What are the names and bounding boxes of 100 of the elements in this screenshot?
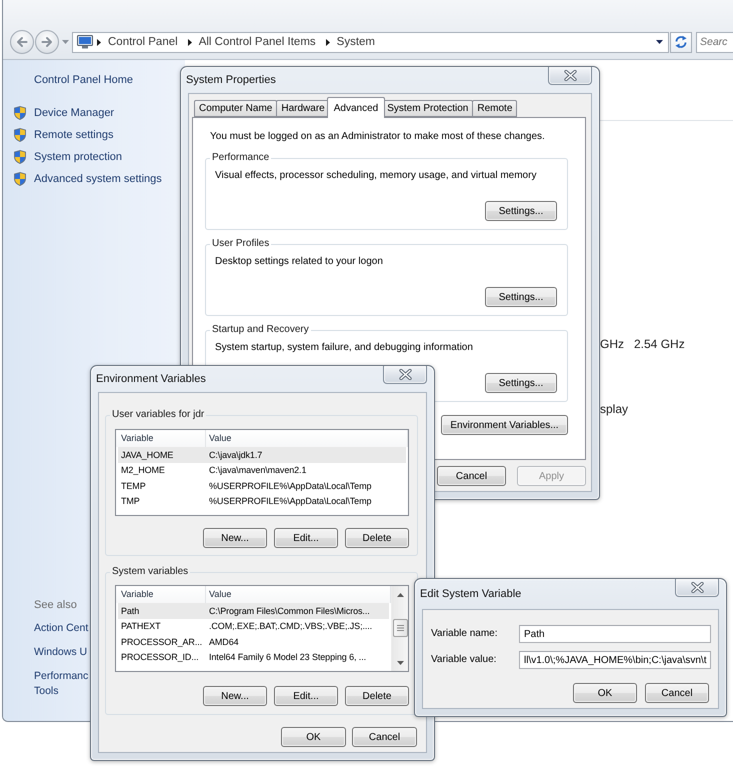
variable-cell-text: M2_HOME <box>120 464 166 478</box>
caret-up-icon[interactable] <box>396 593 404 597</box>
group-title: Startup and Recovery <box>211 323 310 337</box>
list-row[interactable]: PATHEXT .COM;.EXE;.BAT;.CMD;.VBS;.VBE;.JS;.... <box>118 618 389 634</box>
computer-icon <box>77 35 93 49</box>
tab[interactable]: System Protection <box>382 100 474 117</box>
back-button[interactable] <box>10 30 34 54</box>
text-field[interactable]: Path <box>519 625 711 643</box>
window-title: Environment Variables <box>96 372 206 386</box>
caret-right-icon[interactable] <box>326 38 330 46</box>
dialog-button[interactable]: Cancel <box>437 466 506 486</box>
group-title: Performance <box>211 151 270 165</box>
list-row[interactable]: TEMP %USERPROFILE%\AppData\Local\Temp <box>118 478 406 494</box>
close-button[interactable] <box>675 579 719 597</box>
shield-icon <box>14 128 26 142</box>
dialog-button[interactable]: Cancel <box>352 727 417 747</box>
dialog-button[interactable]: Delete <box>345 686 409 706</box>
info-text: splay <box>600 402 628 416</box>
value-cell-text: C:\java\maven\maven2.1 <box>208 464 308 478</box>
sidebar-link[interactable]: System protection <box>34 150 122 164</box>
info-text: GHz 2.54 GHz <box>600 337 685 351</box>
refresh-icon <box>674 35 688 49</box>
arrow-right-icon <box>41 36 53 48</box>
dialog-button[interactable]: OK <box>281 727 346 747</box>
dialog-button[interactable]: Edit... <box>274 528 338 548</box>
close-icon <box>398 369 412 380</box>
caret-down-icon[interactable] <box>656 40 663 44</box>
value-cell-text: %USERPROFILE%\AppData\Local\Temp <box>208 495 372 508</box>
tab[interactable]: Remote <box>472 100 518 117</box>
dialog-button[interactable]: Cancel <box>645 683 709 703</box>
tab[interactable]: Advanced <box>326 97 386 118</box>
value-cell-text: Intel64 Family 6 Model 23 Stepping 6, ... <box>208 651 367 664</box>
variable-cell-text: JAVA_HOME <box>120 448 174 462</box>
variable-cell-text: PROCESSOR_ID... <box>120 651 200 664</box>
dialog-button[interactable]: New... <box>203 686 267 706</box>
list-row[interactable]: JAVA_HOME C:\java\jdk1.7 <box>118 447 406 462</box>
scrollbar[interactable] <box>391 586 408 671</box>
value-cell-text: .COM;.EXE;.BAT;.CMD;.VBS;.VBE;.JS;.... <box>208 620 374 634</box>
group-title: User variables for jdr <box>111 408 206 422</box>
variable-cell-text: PROCESSOR_AR... <box>120 636 204 649</box>
sidebar-link[interactable]: Control Panel Home <box>34 73 134 87</box>
dialog-button[interactable]: New... <box>203 528 267 548</box>
variable-cell-text: TEMP <box>120 480 147 493</box>
list-row[interactable]: PROCESSOR_AR... AMD64 <box>118 634 389 650</box>
close-icon <box>690 582 704 593</box>
close-button[interactable] <box>548 67 592 85</box>
value-cell-text: C:\Program Files\Common Files\Micros... <box>208 604 371 618</box>
tab[interactable]: Hardware <box>276 100 330 117</box>
arrow-left-icon <box>16 36 28 48</box>
value-cell-text: AMD64 <box>208 636 240 649</box>
group-description: System startup, system failure, and debugging information <box>215 341 473 355</box>
grip-icon <box>396 625 404 631</box>
close-icon <box>564 70 576 81</box>
shield-icon <box>14 150 26 164</box>
scroll-thumb[interactable] <box>392 619 408 637</box>
sidebar-link[interactable]: Action Cent <box>34 621 88 636</box>
forward-button[interactable] <box>35 30 59 54</box>
breadcrumb-link[interactable]: Control Panel <box>108 35 178 49</box>
group-description: Visual effects, processor scheduling, memory usage, and virtual memory <box>215 169 536 183</box>
refresh-button[interactable] <box>670 32 692 52</box>
variable-cell-text: PATHEXT <box>120 620 162 634</box>
caret-right-icon[interactable] <box>97 38 101 46</box>
shield-icon <box>14 172 26 186</box>
breadcrumb-link[interactable]: System <box>336 35 375 49</box>
address-bar[interactable]: Control Panel All Control Panel Items System <box>72 32 669 52</box>
sidebar-link[interactable]: Remote settings <box>34 128 114 142</box>
variable-cell-text: Path <box>120 604 140 618</box>
value-cell-text: C:\java\jdk1.7 <box>208 448 264 462</box>
field-label: Variable name: <box>431 627 498 641</box>
window-title: Edit System Variable <box>420 587 522 601</box>
search-field[interactable]: Searc <box>696 32 733 52</box>
sidebar-link[interactable]: Device Manager <box>34 106 114 120</box>
caret-down-icon[interactable] <box>396 661 404 665</box>
sidebar-link[interactable]: Advanced system settings <box>34 172 162 186</box>
list-row[interactable]: Path C:\Program Files\Common Files\Micros... <box>118 603 389 618</box>
list-row[interactable]: M2_HOME C:\java\maven\maven2.1 <box>118 462 406 478</box>
breadcrumb-link[interactable]: All Control Panel Items <box>198 35 316 49</box>
dialog-button[interactable]: Delete <box>345 528 409 548</box>
dialog-button[interactable]: OK <box>573 683 637 703</box>
settings-button[interactable]: Settings... <box>485 201 557 221</box>
dialog-button[interactable]: Edit... <box>274 686 338 706</box>
window-title: System Properties <box>186 73 276 87</box>
tab[interactable]: Computer Name <box>194 100 278 117</box>
variable-cell-text: TMP <box>120 495 141 508</box>
settings-button[interactable]: Settings... <box>485 373 557 393</box>
field-label: Variable value: <box>431 653 496 667</box>
sidebar-link[interactable]: Performanc Tools <box>34 669 88 699</box>
close-button[interactable] <box>383 366 427 384</box>
group-description: Desktop settings related to your logon <box>215 255 383 269</box>
value-cell-text: %USERPROFILE%\AppData\Local\Temp <box>208 480 372 493</box>
list-row[interactable]: PROCESSOR_ID... Intel64 Family 6 Model 23 Stepping 6, ... <box>118 650 389 665</box>
notice-text: You must be logged on as an Administrator to make most of these changes. <box>210 130 545 144</box>
environment-variables-button[interactable]: Environment Variables... <box>441 415 568 435</box>
settings-button[interactable]: Settings... <box>485 287 557 307</box>
shield-icon <box>14 106 26 120</box>
group-title: User Profiles <box>211 237 270 251</box>
caret-right-icon[interactable] <box>188 38 192 46</box>
text-field[interactable]: ll\v1.0\;%JAVA_HOME%\bin;C:\java\svn\t <box>519 651 711 669</box>
list-row[interactable]: TMP %USERPROFILE%\AppData\Local\Temp <box>118 494 406 509</box>
sidebar-link[interactable]: Windows U <box>34 645 88 660</box>
